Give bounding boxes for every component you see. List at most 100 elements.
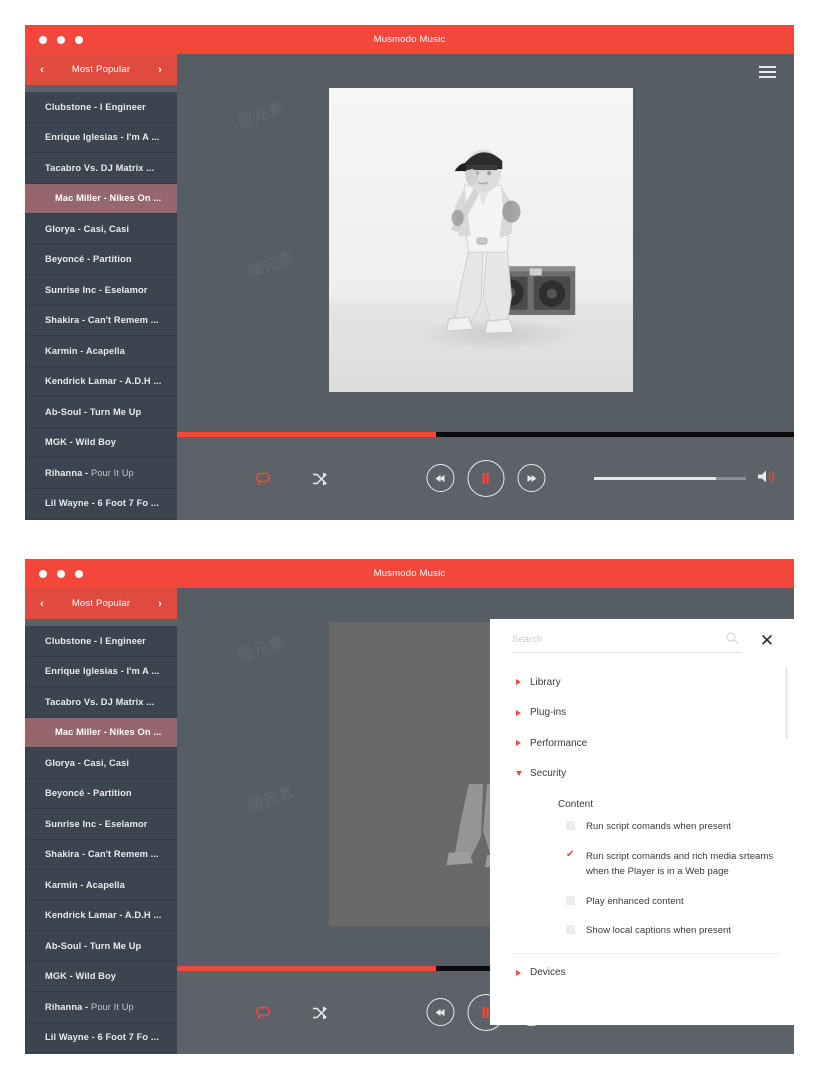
checkbox-checked-icon[interactable]: ✔ <box>566 849 575 860</box>
close-window-button[interactable] <box>39 35 47 44</box>
settings-tree-item-plug-ins[interactable]: Plug-ins <box>490 698 794 729</box>
track-list-item[interactable]: MGK - Wild Boy <box>25 961 177 992</box>
track-label: Tacabro Vs. DJ Matrix ... <box>45 696 155 707</box>
volume-slider[interactable] <box>594 472 746 486</box>
track-list-item[interactable]: Ab-Soul - Turn Me Up <box>25 397 177 428</box>
hamburger-menu-icon[interactable] <box>759 66 776 78</box>
track-list-item[interactable]: Tacabro Vs. DJ Matrix ... <box>25 153 177 184</box>
track-label: Enrique Iglesias - I'm A ... <box>45 666 160 677</box>
settings-checkbox-row[interactable]: Play enhanced content <box>490 894 794 910</box>
settings-tree-item-devices[interactable]: Devices <box>490 958 794 989</box>
settings-checkbox-row[interactable]: ✔ Run script comands and rich media srtea… <box>490 849 794 880</box>
settings-checkbox-label: Show local captions when present <box>586 925 732 936</box>
player-stage: 图元素 图元素 图元素 图元素 <box>177 54 794 520</box>
settings-tree-label: Performance <box>530 737 588 749</box>
settings-tree-label: Security <box>530 768 567 780</box>
previous-track-icon[interactable] <box>426 998 454 1026</box>
chevron-down-icon <box>516 770 522 779</box>
traffic-light-buttons-bottom[interactable] <box>39 559 83 588</box>
chevron-right-icon[interactable]: › <box>149 588 171 619</box>
traffic-light-buttons[interactable] <box>39 25 83 54</box>
player-stage-bottom: 图元素 图元素 Search ✕ Library Plug-ins Perfor… <box>177 588 794 1054</box>
track-label: Sunrise Inc - Eselamor <box>45 284 148 295</box>
maximize-window-button[interactable] <box>75 569 83 578</box>
title-bar-bottom: Musmodo Music <box>25 559 794 588</box>
chevron-right-icon[interactable]: › <box>149 54 171 85</box>
window-title: Musmodo Music <box>373 34 446 45</box>
track-list-item[interactable]: Clubstone - I Engineer <box>25 92 177 123</box>
minimize-window-button[interactable] <box>57 35 65 44</box>
track-list-item[interactable]: Sunrise Inc - Eselamor <box>25 275 177 306</box>
previous-track-icon[interactable] <box>426 464 454 492</box>
checkbox-unchecked-icon[interactable] <box>566 925 575 934</box>
track-label: Shakira - Can't Remem ... <box>45 849 159 860</box>
track-list-bottom: Clubstone - I Engineer Enrique Iglesias -… <box>25 626 177 1053</box>
repeat-icon[interactable] <box>255 472 270 485</box>
track-list-item[interactable]: Tacabro Vs. DJ Matrix ... <box>25 687 177 718</box>
playlist-title: Most Popular <box>71 64 131 75</box>
checkbox-unchecked-icon[interactable] <box>566 821 575 830</box>
track-list-item[interactable]: Kendrick Lamar - A.D.H ... <box>25 900 177 931</box>
volume-track[interactable] <box>594 477 746 480</box>
chevron-right-icon <box>516 740 521 747</box>
track-label: Ab-Soul - Turn Me Up <box>45 406 142 417</box>
minimize-window-button[interactable] <box>57 569 65 578</box>
track-list-item[interactable]: Glorya - Casi, Casi <box>25 214 177 245</box>
pause-icon[interactable] <box>467 459 504 497</box>
track-list-item[interactable]: Lil Wayne - 6 Foot 7 Fo ... <box>25 488 177 519</box>
track-list-item[interactable]: Sunrise Inc - Eselamor <box>25 809 177 840</box>
track-list-item[interactable]: MGK - Wild Boy <box>25 427 177 458</box>
track-list-item[interactable]: Ab-Soul - Turn Me Up <box>25 931 177 962</box>
track-list-item[interactable]: Shakira - Can't Remem ... <box>25 839 177 870</box>
settings-checkbox-row[interactable]: Show local captions when present <box>490 923 794 939</box>
track-list-item[interactable]: Glorya - Casi, Casi <box>25 748 177 779</box>
track-list-item[interactable]: Mac Miller - Nikes On ... <box>25 183 177 214</box>
settings-tree-item-library[interactable]: Library <box>490 667 794 698</box>
chevron-left-icon[interactable]: ‹ <box>31 54 53 85</box>
settings-tree-label: Plug-ins <box>530 707 567 719</box>
track-label: Karmin - Acapella <box>45 345 125 356</box>
track-list-item[interactable]: Enrique Iglesias - I'm A ... <box>25 122 177 153</box>
track-list-item[interactable]: Clubstone - I Engineer <box>25 626 177 657</box>
maximize-window-button[interactable] <box>75 35 83 44</box>
track-list-item[interactable]: Beyoncé - Partition <box>25 778 177 809</box>
checkbox-unchecked-icon[interactable] <box>566 895 575 905</box>
settings-tree-item-security[interactable]: Security <box>490 759 794 790</box>
search-placeholder: Search <box>512 634 543 645</box>
search-input[interactable]: Search <box>512 627 742 653</box>
track-list-item[interactable]: Beyoncé - Partition <box>25 244 177 275</box>
settings-tree-item-performance[interactable]: Performance <box>490 728 794 759</box>
track-list-item[interactable]: Karmin - Acapella <box>25 336 177 367</box>
track-list-item[interactable]: Rihanna - Pour It Up <box>25 458 177 489</box>
track-label: Lil Wayne - 6 Foot 7 Fo ... <box>45 498 159 509</box>
track-list-item[interactable]: Rihanna - Pour It Up <box>25 992 177 1023</box>
track-list-item[interactable]: Lil Wayne - 6 Foot 7 Fo ... <box>25 1022 177 1053</box>
page-root: Musmodo Music ‹ Most Popular › Clubstone… <box>0 0 819 1065</box>
volume-speaker-icon[interactable] <box>756 469 776 488</box>
track-label: Rihanna - Pour It Up <box>45 467 134 478</box>
album-artwork <box>329 88 633 392</box>
track-list-item[interactable]: Karmin - Acapella <box>25 870 177 901</box>
track-list-item[interactable]: Mac Miller - Nikes On ... <box>25 717 177 748</box>
close-window-button[interactable] <box>39 569 47 578</box>
next-track-icon[interactable] <box>517 464 545 492</box>
settings-panel: Search ✕ Library Plug-ins Performance Se… <box>490 619 794 1025</box>
repeat-icon[interactable] <box>255 1006 270 1019</box>
track-label: MGK - Wild Boy <box>45 437 117 448</box>
shuffle-icon[interactable] <box>312 472 328 485</box>
track-label: Ab-Soul - Turn Me Up <box>45 940 142 951</box>
track-label: Glorya - Casi, Casi <box>45 757 130 768</box>
music-player-window-top: Musmodo Music ‹ Most Popular › Clubstone… <box>25 25 794 520</box>
playlist-nav-header-bottom: ‹ Most Popular › <box>25 588 177 619</box>
settings-divider <box>512 952 780 954</box>
track-list-item[interactable]: Shakira - Can't Remem ... <box>25 305 177 336</box>
close-icon[interactable]: ✕ <box>758 631 776 649</box>
track-list-item[interactable]: Enrique Iglesias - I'm A ... <box>25 656 177 687</box>
music-player-window-bottom: Musmodo Music ‹ Most Popular › Clubstone… <box>25 559 794 1054</box>
chevron-left-icon[interactable]: ‹ <box>31 588 53 619</box>
settings-checkbox-row[interactable]: Run script comands when present <box>490 819 794 835</box>
shuffle-icon[interactable] <box>312 1006 328 1019</box>
track-label: Kendrick Lamar - A.D.H ... <box>45 376 162 387</box>
sidebar: ‹ Most Popular › Clubstone - I Engineer E… <box>25 54 177 520</box>
track-list-item[interactable]: Kendrick Lamar - A.D.H ... <box>25 366 177 397</box>
